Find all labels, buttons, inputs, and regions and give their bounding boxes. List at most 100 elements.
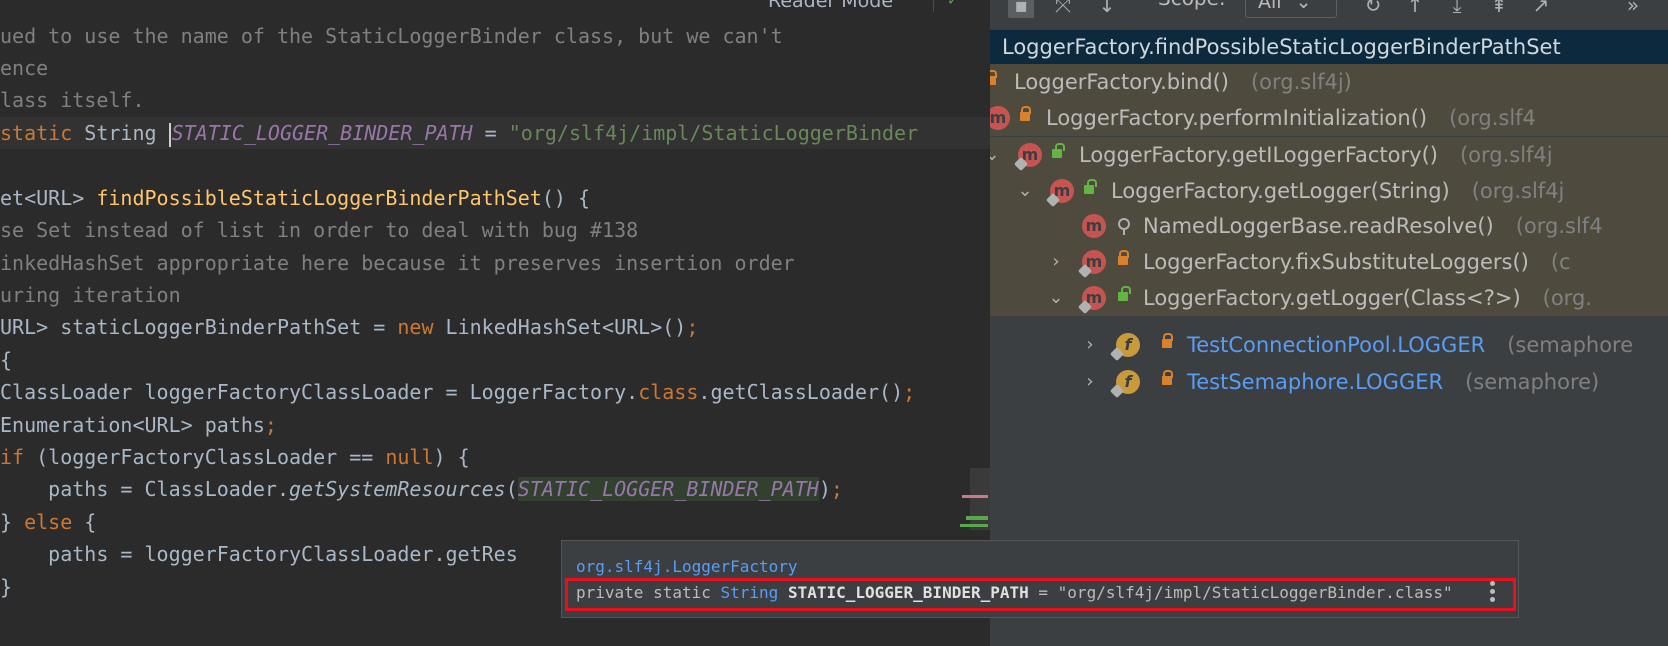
scope-value: All — [1258, 0, 1282, 13]
annotation-highlight-box — [565, 578, 1516, 611]
scope-label: Scope: — [1158, 0, 1226, 10]
code-text: et<URL> — [0, 186, 97, 210]
tree-row-package: (org.slf4j) — [1250, 70, 1352, 94]
tree-row-package: (org.slf4j — [1471, 179, 1565, 203]
tree-row[interactable]: m NamedLoggerBase.readResolve() (org.slf4 — [990, 208, 1668, 244]
chevron-down-icon[interactable]: ⌄ — [990, 137, 1000, 173]
code-text: { — [72, 510, 97, 534]
code-line: Enumeration<URL> paths; — [0, 409, 277, 441]
public-unlock-icon — [1118, 286, 1131, 301]
code-line: paths = loggerFactoryClassLoader.getRes — [0, 538, 518, 570]
code-line: } else { — [0, 506, 96, 538]
semicolon: ; — [830, 477, 843, 501]
code-line: paths = ClassLoader.getSystemResources(S… — [0, 473, 843, 505]
keyword: if — [0, 445, 25, 469]
tree-row-label: LoggerFactory.getLogger(Class<?>) — [1143, 286, 1521, 310]
tree-row-label: LoggerFactory.performInitialization() — [1046, 106, 1428, 130]
more-icon[interactable]: » — [1620, 0, 1646, 18]
usage-stripe-mark[interactable] — [960, 524, 988, 527]
tree-row-label: LoggerFactory.fixSubstituteLoggers() — [1143, 250, 1529, 274]
semicolon: ; — [264, 413, 277, 437]
chevron-down-icon[interactable]: ⌄ — [1048, 280, 1064, 316]
code-text: URL> staticLoggerBinderPathSet = — [0, 315, 398, 339]
code-line: } — [0, 571, 12, 603]
code-line: et<URL> findPossibleStaticLoggerBinderPa… — [0, 182, 590, 214]
scope-dropdown[interactable]: All ⌄ — [1245, 0, 1337, 18]
code-line: ence — [0, 52, 48, 84]
comment-text: ued to use the name of the StaticLoggerB… — [0, 24, 783, 48]
chevron-right-icon[interactable]: › — [1082, 327, 1098, 363]
tree-row[interactable]: LoggerFactory.bind() (org.slf4j) — [990, 64, 1668, 100]
tree-row-label: LoggerFactory.getILoggerFactory() — [1079, 143, 1438, 167]
code-line: lass itself. — [0, 84, 145, 116]
private-lock-icon — [990, 70, 997, 85]
code-text: } — [0, 575, 13, 599]
tree-row-package: (c — [1550, 250, 1571, 274]
code-text: paths = loggerFactoryClassLoader.getRes — [0, 542, 518, 566]
protected-key-icon — [1118, 218, 1130, 235]
comment-text: ence — [0, 56, 49, 80]
code-text: { — [0, 348, 13, 372]
code-line: inkedHashSet appropriate here because it… — [0, 247, 795, 279]
code-line: URL> staticLoggerBinderPathSet = new Lin… — [0, 311, 698, 343]
tree-row[interactable]: › m LoggerFactory.fixSubstituteLoggers()… — [990, 244, 1668, 280]
semicolon: ; — [686, 315, 699, 339]
hierarchy-root-method[interactable]: LoggerFactory.findPossibleStaticLoggerBi… — [990, 30, 1668, 64]
code-line: uring iteration — [0, 279, 181, 311]
check-icon[interactable]: ✓ — [948, 0, 964, 9]
code-text: LinkedHashSet<URL>() — [433, 315, 687, 339]
tree-row-label: TestSemaphore.LOGGER — [1187, 370, 1444, 394]
semicolon: ; — [903, 380, 916, 404]
tree-row-package: (semaphore) — [1465, 370, 1600, 394]
export-icon[interactable]: ↗ — [1528, 0, 1554, 18]
tree-row-label: LoggerFactory.getLogger(String) — [1111, 179, 1450, 203]
popup-class-link[interactable]: org.slf4j.LoggerFactory — [576, 557, 798, 576]
public-unlock-icon — [1052, 143, 1065, 158]
static-field-name[interactable]: STATIC_LOGGER_BINDER_PATH — [172, 121, 473, 145]
static-field-usage[interactable]: STATIC_LOGGER_BINDER_PATH — [517, 477, 819, 501]
method-icon: m — [1082, 214, 1106, 238]
comment-text: uring iteration — [0, 283, 181, 307]
method-name[interactable]: findPossibleStaticLoggerBinderPathSet — [96, 186, 542, 210]
expand-all-icon[interactable]: ⤓ — [1444, 0, 1470, 18]
code-text: ClassLoader loggerFactoryClassLoader = L… — [0, 380, 639, 404]
code-text: paths = ClassLoader. — [0, 477, 289, 501]
reader-mode-button[interactable]: Reader Mode — [768, 0, 893, 12]
chevron-down-icon: ⌄ — [1295, 0, 1312, 13]
keyword: static — [0, 121, 73, 145]
keyword: else — [24, 510, 73, 534]
error-stripe-mark[interactable] — [962, 495, 988, 498]
caller-hierarchy-icon[interactable]: ⤧ — [1050, 0, 1076, 18]
code-text: ) — [818, 477, 831, 501]
code-text: .getClassLoader() — [698, 380, 904, 404]
editor-scrollbar[interactable] — [970, 468, 990, 530]
tree-row-label: TestConnectionPool.LOGGER — [1187, 333, 1486, 357]
callee-hierarchy-icon[interactable]: ▪ — [1008, 0, 1034, 18]
tree-row-package: (semaphore — [1507, 333, 1634, 357]
code-text: (loggerFactoryClassLoader == — [24, 445, 386, 469]
chevron-right-icon[interactable]: › — [1048, 244, 1064, 280]
tree-row[interactable]: ⌄ m LoggerFactory.getLogger(Class<?>) (or… — [990, 280, 1668, 316]
method-call[interactable]: getSystemResources — [289, 477, 506, 501]
keyword: new — [397, 315, 434, 339]
tree-row[interactable]: ⌄ m LoggerFactory.getLogger(String) (org.… — [990, 173, 1668, 209]
sort-alphabetically-icon[interactable]: ↓ — [1094, 0, 1120, 18]
pin-icon[interactable]: ↑ — [1402, 0, 1428, 18]
tree-row[interactable]: ⌄ m LoggerFactory.getILoggerFactory() (or… — [990, 137, 1668, 173]
code-line: ClassLoader loggerFactoryClassLoader = L… — [0, 376, 915, 408]
tree-row[interactable]: m LoggerFactory.performInitialization() (… — [990, 100, 1668, 136]
chevron-right-icon[interactable]: › — [1082, 364, 1098, 400]
code-line: ued to use the name of the StaticLoggerB… — [0, 20, 783, 52]
usage-stripe-mark[interactable] — [966, 516, 988, 520]
collapse-all-icon[interactable]: ⇞ — [1486, 0, 1512, 18]
private-lock-icon — [1162, 333, 1173, 348]
code-text: Enumeration<URL> paths — [0, 413, 265, 437]
tree-row-package: (org. — [1542, 286, 1592, 310]
code-text: ( — [505, 477, 518, 501]
toolbar-divider — [933, 0, 934, 12]
refresh-icon[interactable]: ↻ — [1360, 0, 1386, 18]
chevron-down-icon[interactable]: ⌄ — [1017, 173, 1033, 209]
type-text: String — [72, 121, 169, 145]
code-text: ) { — [433, 445, 470, 469]
code-line-current: static String STATIC_LOGGER_BINDER_PATH … — [0, 117, 990, 149]
